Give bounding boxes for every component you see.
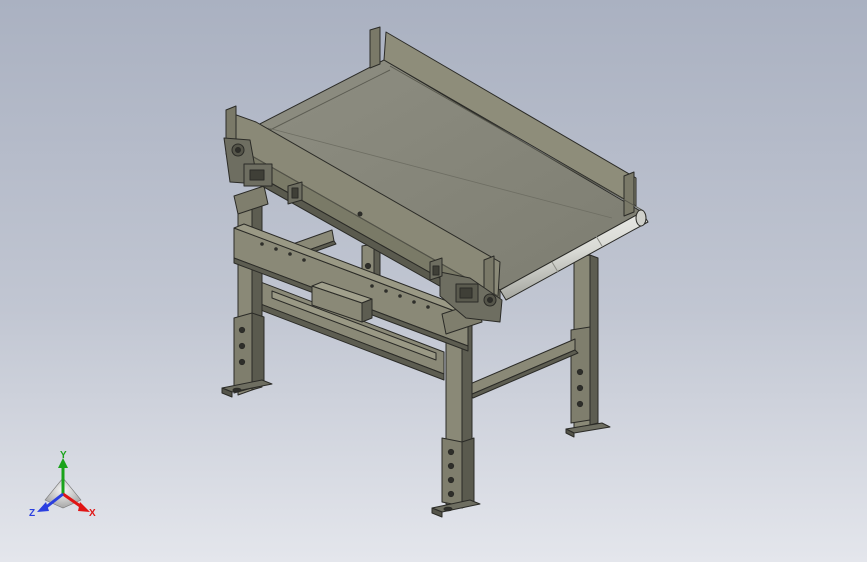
conveyor-model[interactable]: Y X Z xyxy=(0,0,867,562)
axis-x-label: X xyxy=(89,508,96,519)
right-side-rail xyxy=(469,338,579,399)
axis-triad: Y X Z xyxy=(29,450,96,519)
front-right-leg xyxy=(431,317,481,518)
cad-viewport[interactable]: Y X Z xyxy=(0,0,867,562)
axis-y-label: Y xyxy=(60,450,67,461)
axis-z-label: Z xyxy=(29,508,35,519)
